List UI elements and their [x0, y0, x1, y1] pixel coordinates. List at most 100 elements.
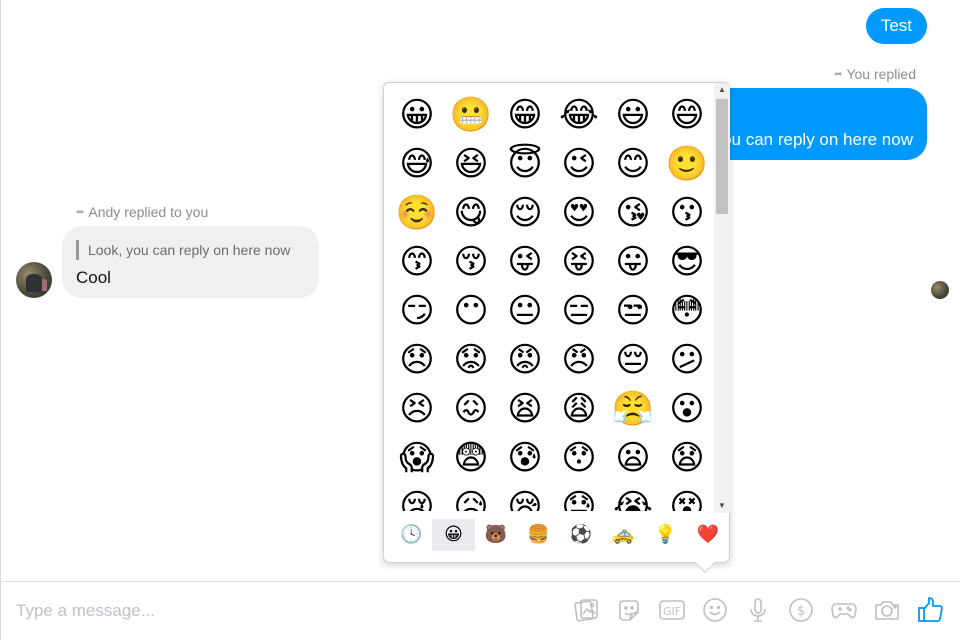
- emoji-item[interactable]: 😛: [606, 238, 660, 287]
- emoji-item[interactable]: 😍: [552, 189, 606, 238]
- emoji-item[interactable]: 😁: [498, 91, 552, 140]
- images-button[interactable]: [570, 594, 602, 626]
- reply-label: You replied: [846, 66, 916, 82]
- emoji-item[interactable]: 😭: [606, 483, 660, 511]
- images-icon: [574, 599, 598, 622]
- emoji-item[interactable]: 😟: [444, 336, 498, 385]
- emoji-item[interactable]: 😞: [390, 336, 444, 385]
- emoji-item[interactable]: 😎: [660, 238, 714, 287]
- emoji-item[interactable]: 😪: [498, 483, 552, 511]
- emoji-item[interactable]: 😢: [390, 483, 444, 511]
- scroll-thumb[interactable]: [716, 99, 728, 214]
- camera-icon: [875, 601, 899, 620]
- emoji-item[interactable]: 😊: [606, 140, 660, 189]
- window-edge: [0, 0, 1, 640]
- emoji-grid: 😀 😬 😁 😂 😃 😄 😅 😆 😇 😉 😊 🙂 ☺️ 😋 😌 😍 😘 😗 😙 😚 😜 😝 😛 😎 😏 😶 😐 😑 😒 😳 😞 😟 😡 😠 😔 😕 😣 😖 😫…: [390, 91, 714, 511]
- composer-toolbar: GIF $: [570, 594, 946, 626]
- scrollbar[interactable]: ▲ ▼: [714, 83, 730, 513]
- message-bubble-outgoing[interactable]: Test: [865, 8, 927, 44]
- emoji-category-nature-tab[interactable]: 🐻: [475, 519, 517, 551]
- reply-arrow-icon: ➦: [834, 68, 843, 80]
- emoji-item[interactable]: 😱: [390, 434, 444, 483]
- reply-arrow-icon: ➦: [76, 206, 85, 218]
- svg-text:GIF: GIF: [663, 605, 681, 618]
- sticker-button[interactable]: [613, 594, 645, 626]
- emoji-item[interactable]: 😜: [498, 238, 552, 287]
- payment-icon: $: [789, 598, 813, 622]
- emoji-item[interactable]: 😔: [606, 336, 660, 385]
- message-bubble-incoming[interactable]: Look, you can reply on here now Cool: [62, 226, 319, 298]
- emoji-category-bar: 🕓 😀 🐻 🍔 ⚽ 🚕 💡 ❤️: [384, 515, 729, 555]
- emoji-item[interactable]: 😠: [552, 336, 606, 385]
- emoji-item[interactable]: 😂: [552, 91, 606, 140]
- emoji-item[interactable]: 😵: [660, 483, 714, 511]
- gif-icon: GIF: [659, 600, 685, 620]
- emoji-item[interactable]: 😉: [552, 140, 606, 189]
- emoji-item[interactable]: 😧: [660, 434, 714, 483]
- emoji-item[interactable]: 😬: [444, 91, 498, 140]
- emoji-item[interactable]: 😥: [444, 483, 498, 511]
- camera-button[interactable]: [871, 594, 903, 626]
- emoji-item[interactable]: 😫: [498, 385, 552, 434]
- gif-button[interactable]: GIF: [656, 594, 688, 626]
- emoji-item[interactable]: 😤: [606, 385, 660, 434]
- emoji-item[interactable]: 😌: [498, 189, 552, 238]
- emoji-item[interactable]: 😶: [444, 287, 498, 336]
- emoji-category-travel-tab[interactable]: 🚕: [602, 519, 644, 551]
- emoji-item[interactable]: 😩: [552, 385, 606, 434]
- emoji-item[interactable]: 😝: [552, 238, 606, 287]
- emoji-item[interactable]: 😡: [498, 336, 552, 385]
- emoji-item[interactable]: ☺️: [390, 189, 444, 238]
- svg-text:$: $: [797, 604, 805, 619]
- emoji-category-symbols-tab[interactable]: ❤️: [687, 519, 729, 551]
- emoji-item[interactable]: 😕: [660, 336, 714, 385]
- emoji-item[interactable]: 😅: [390, 140, 444, 189]
- message-input[interactable]: [16, 598, 516, 624]
- avatar[interactable]: [16, 262, 52, 298]
- emoji-item[interactable]: 😒: [606, 287, 660, 336]
- quoted-message: Look, you can reply on here now: [76, 240, 305, 260]
- emoji-item[interactable]: 😃: [606, 91, 660, 140]
- emoji-category-objects-tab[interactable]: 💡: [644, 519, 686, 551]
- emoji-item[interactable]: 😳: [660, 287, 714, 336]
- emoji-category-activity-tab[interactable]: ⚽: [560, 519, 602, 551]
- microphone-icon: [750, 598, 766, 622]
- composer: GIF $: [0, 581, 960, 640]
- scroll-up-arrow-icon[interactable]: ▲: [714, 83, 730, 97]
- emoji-item[interactable]: 😙: [390, 238, 444, 287]
- emoji-item[interactable]: 😄: [660, 91, 714, 140]
- like-button[interactable]: [914, 594, 946, 626]
- emoji-button[interactable]: [699, 594, 731, 626]
- emoji-category-food-tab[interactable]: 🍔: [517, 519, 559, 551]
- emoji-item[interactable]: 😯: [552, 434, 606, 483]
- emoji-item[interactable]: 😏: [390, 287, 444, 336]
- emoji-item[interactable]: 😀: [390, 91, 444, 140]
- emoji-item[interactable]: 😆: [444, 140, 498, 189]
- emoji-item[interactable]: 😗: [660, 189, 714, 238]
- emoji-item[interactable]: 😘: [606, 189, 660, 238]
- emoji-item[interactable]: 😣: [390, 385, 444, 434]
- emoji-category-people-tab[interactable]: 😀: [432, 519, 475, 551]
- emoji-item[interactable]: 😖: [444, 385, 498, 434]
- emoji-item[interactable]: 😓: [552, 483, 606, 511]
- emoji-picker: 😀 😬 😁 😂 😃 😄 😅 😆 😇 😉 😊 🙂 ☺️ 😋 😌 😍 😘 😗 😙 😚 😜 😝 😛 😎 😏 😶 😐 😑 😒 😳 😞 😟 😡 😠 😔 😕 😣 😖 😫…: [383, 82, 730, 563]
- emoji-item[interactable]: 😰: [498, 434, 552, 483]
- games-button[interactable]: [828, 594, 860, 626]
- emoji-item[interactable]: 🙂: [660, 140, 714, 189]
- emoji-item[interactable]: 😦: [606, 434, 660, 483]
- voice-button[interactable]: [742, 594, 774, 626]
- games-icon: [831, 603, 857, 619]
- reply-label: Andy replied to you: [88, 204, 209, 220]
- emoji-item[interactable]: 😋: [444, 189, 498, 238]
- emoji-category-recent-tab[interactable]: 🕓: [390, 519, 432, 551]
- payment-button[interactable]: $: [785, 594, 817, 626]
- emoji-item[interactable]: 😚: [444, 238, 498, 287]
- reply-indicator: ➦ Andy replied to you: [76, 204, 208, 220]
- thumbs-up-icon: [918, 597, 943, 622]
- emoji-item[interactable]: 😨: [444, 434, 498, 483]
- emoji-item[interactable]: 😮: [660, 385, 714, 434]
- emoji-item[interactable]: 😐: [498, 287, 552, 336]
- emoji-item[interactable]: 😑: [552, 287, 606, 336]
- emoji-item[interactable]: 😇: [498, 140, 552, 189]
- scroll-down-arrow-icon[interactable]: ▼: [714, 499, 730, 513]
